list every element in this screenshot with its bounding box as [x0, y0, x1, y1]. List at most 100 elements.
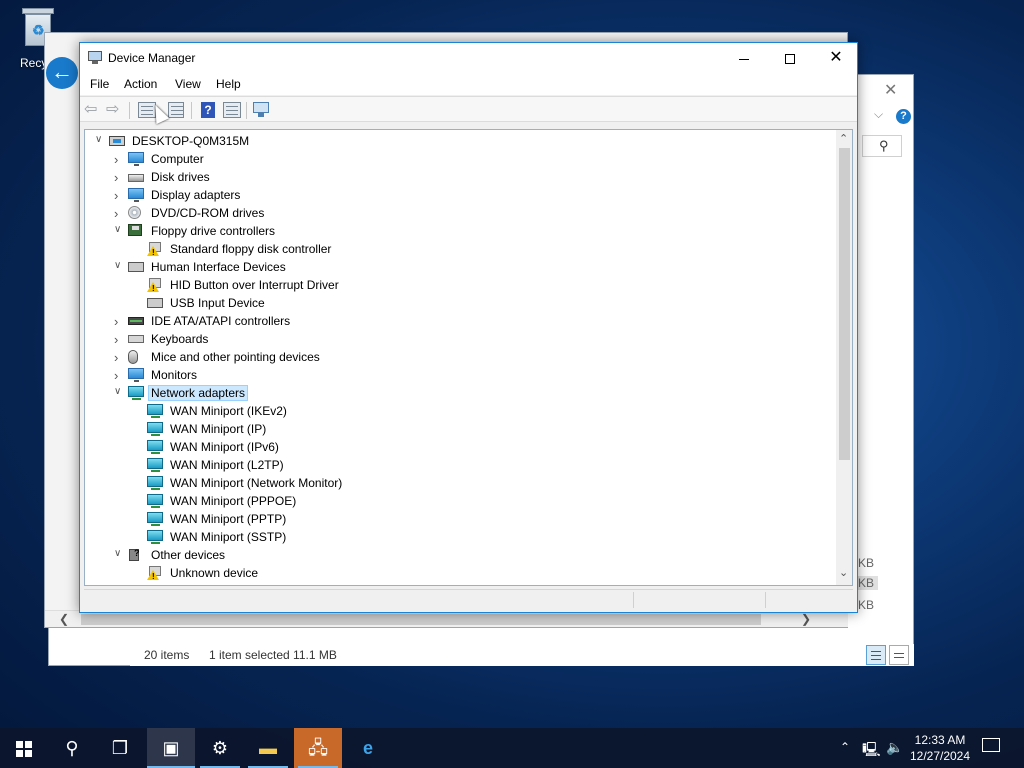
close-icon[interactable]: ✕: [884, 80, 897, 100]
tree-node[interactable]: ∨ Network adapters: [85, 384, 825, 402]
chevron-right-icon[interactable]: ›: [114, 206, 124, 221]
search-icon[interactable]: ⚲: [48, 728, 96, 768]
chevron-right-icon[interactable]: ›: [114, 368, 124, 383]
clock[interactable]: 12:33 AM 12/27/2024: [900, 732, 980, 764]
tree-node[interactable]: WAN Miniport (PPPOE): [85, 492, 825, 510]
tree-node-label: Disk drives: [151, 170, 210, 184]
scroll-left-icon[interactable]: ❮: [59, 612, 69, 626]
hid-icon: [128, 262, 144, 272]
clock-time: 12:33 AM: [914, 733, 966, 747]
menu-view[interactable]: View: [175, 77, 201, 91]
tree-node[interactable]: › DVD/CD-ROM drives: [85, 204, 825, 222]
chevron-down-icon[interactable]: ∨: [95, 134, 105, 145]
chevron-up-icon[interactable]: ⌃: [840, 740, 850, 768]
menu-action[interactable]: Action: [124, 77, 157, 91]
start-button[interactable]: [0, 728, 48, 768]
action-pane-icon[interactable]: [223, 102, 241, 118]
tree-node[interactable]: ∨ Floppy drive controllers: [85, 222, 825, 240]
tree-node[interactable]: › Disk drives: [85, 168, 825, 186]
large-icons-view-button[interactable]: [889, 645, 909, 665]
vertical-scrollbar[interactable]: ⌃ ⌄: [836, 130, 852, 585]
tree-node-label: Floppy drive controllers: [151, 224, 276, 238]
scrollbar-thumb[interactable]: [839, 148, 850, 460]
tree-node-label: USB Input Device: [170, 296, 265, 310]
tree-node[interactable]: › Display adapters: [85, 186, 825, 204]
network-adapter-icon: [128, 386, 144, 400]
chevron-right-icon[interactable]: ›: [114, 332, 124, 347]
scan-hardware-icon[interactable]: [253, 102, 271, 118]
help-icon[interactable]: ?: [896, 109, 911, 124]
tree-node[interactable]: WAN Miniport (Network Monitor): [85, 474, 825, 492]
menu-help[interactable]: Help: [216, 77, 241, 91]
chevron-down-icon[interactable]: ⌵: [874, 107, 883, 122]
forward-arrow-icon[interactable]: ⇨: [106, 102, 124, 118]
explorer-status-bar: 20 items 1 item selected 11.1 MB: [130, 644, 914, 666]
tree-node[interactable]: ∨ Human Interface Devices: [85, 258, 825, 276]
chevron-down-icon[interactable]: ∨: [114, 260, 124, 271]
tree-node[interactable]: › IDE ATA/ATAPI controllers: [85, 312, 825, 330]
settings-gear-icon[interactable]: ⚙: [196, 728, 244, 768]
back-arrow-icon[interactable]: ⇦: [84, 102, 102, 118]
network-adapter-icon: [147, 494, 163, 508]
chevron-down-icon[interactable]: ∨: [114, 224, 124, 235]
tree-node[interactable]: WAN Miniport (L2TP): [85, 456, 825, 474]
chevron-right-icon[interactable]: ›: [114, 152, 124, 167]
chevron-down-icon[interactable]: ∨: [114, 386, 124, 397]
scroll-up-icon[interactable]: ⌃: [839, 132, 848, 145]
status-bar: [84, 589, 853, 609]
server-manager-icon[interactable]: ▣: [147, 728, 195, 768]
device-manager-taskbar-icon[interactable]: 🖧: [294, 728, 342, 768]
tree-node-label: WAN Miniport (L2TP): [170, 458, 284, 472]
scroll-right-icon[interactable]: ❯: [801, 612, 811, 626]
chevron-down-icon[interactable]: ∨: [114, 548, 124, 559]
network-adapter-icon: [147, 458, 163, 472]
tree-node-label: WAN Miniport (Network Monitor): [170, 476, 343, 490]
help-icon[interactable]: ?: [201, 102, 215, 118]
internet-explorer-icon[interactable]: e: [344, 728, 392, 768]
tree-node[interactable]: ∨? Other devices: [85, 546, 825, 564]
tree-node-label: Other devices: [151, 548, 226, 562]
task-view-icon[interactable]: ❐: [96, 728, 144, 768]
maximize-button[interactable]: [767, 43, 813, 73]
chevron-right-icon[interactable]: ›: [114, 350, 124, 365]
windows-logo-icon: [16, 741, 32, 757]
tree-node[interactable]: WAN Miniport (PPTP): [85, 510, 825, 528]
notification-icon[interactable]: [982, 738, 1000, 752]
chevron-right-icon[interactable]: ›: [114, 188, 124, 203]
chevron-right-icon[interactable]: ›: [114, 170, 124, 185]
tree-node[interactable]: WAN Miniport (IP): [85, 420, 825, 438]
scroll-down-icon[interactable]: ⌄: [839, 566, 848, 579]
mouse-icon: [128, 350, 138, 364]
chevron-right-icon[interactable]: ›: [114, 314, 124, 329]
tree-node-label: IDE ATA/ATAPI controllers: [151, 314, 291, 328]
details-view-button[interactable]: [866, 645, 886, 665]
tree-node[interactable]: › Mice and other pointing devices: [85, 348, 825, 366]
title-bar[interactable]: Device Manager ✕: [80, 43, 857, 73]
tree-node[interactable]: USB Input Device: [85, 294, 825, 312]
scrollbar-thumb[interactable]: [81, 614, 761, 625]
other-devices-icon: ?: [128, 548, 142, 562]
close-button[interactable]: ✕: [813, 43, 859, 73]
device-tree[interactable]: ∨ DESKTOP-Q0M315M › Computer › Disk drives › Di…: [84, 129, 853, 586]
back-arrow-icon[interactable]: ←: [46, 57, 78, 89]
menu-file[interactable]: File: [90, 77, 109, 91]
search-icon[interactable]: ⚲: [879, 138, 889, 154]
tree-node[interactable]: › Monitors: [85, 366, 825, 384]
tree-node[interactable]: ! Standard floppy disk controller: [85, 240, 825, 258]
tree-node[interactable]: WAN Miniport (IKEv2): [85, 402, 825, 420]
tree-node[interactable]: WAN Miniport (SSTP): [85, 528, 825, 546]
network-disconnected-icon[interactable]: 🖳: [862, 739, 881, 768]
file-explorer-icon[interactable]: ▬: [244, 728, 292, 768]
properties-icon[interactable]: [168, 102, 184, 118]
tree-node[interactable]: › Computer: [85, 150, 825, 168]
tree-node[interactable]: ! HID Button over Interrupt Driver: [85, 276, 825, 294]
tree-node[interactable]: ! Unknown device: [85, 564, 825, 582]
tree-node-label: Network adapters: [147, 385, 249, 401]
network-adapter-icon: [147, 530, 163, 544]
tree-node-label: Unknown device: [170, 566, 259, 580]
tree-node[interactable]: ∨ DESKTOP-Q0M315M: [85, 132, 825, 150]
warning-device-icon: !: [147, 566, 161, 581]
minimize-button[interactable]: [721, 43, 767, 73]
tree-node[interactable]: › Keyboards: [85, 330, 825, 348]
tree-node[interactable]: WAN Miniport (IPv6): [85, 438, 825, 456]
